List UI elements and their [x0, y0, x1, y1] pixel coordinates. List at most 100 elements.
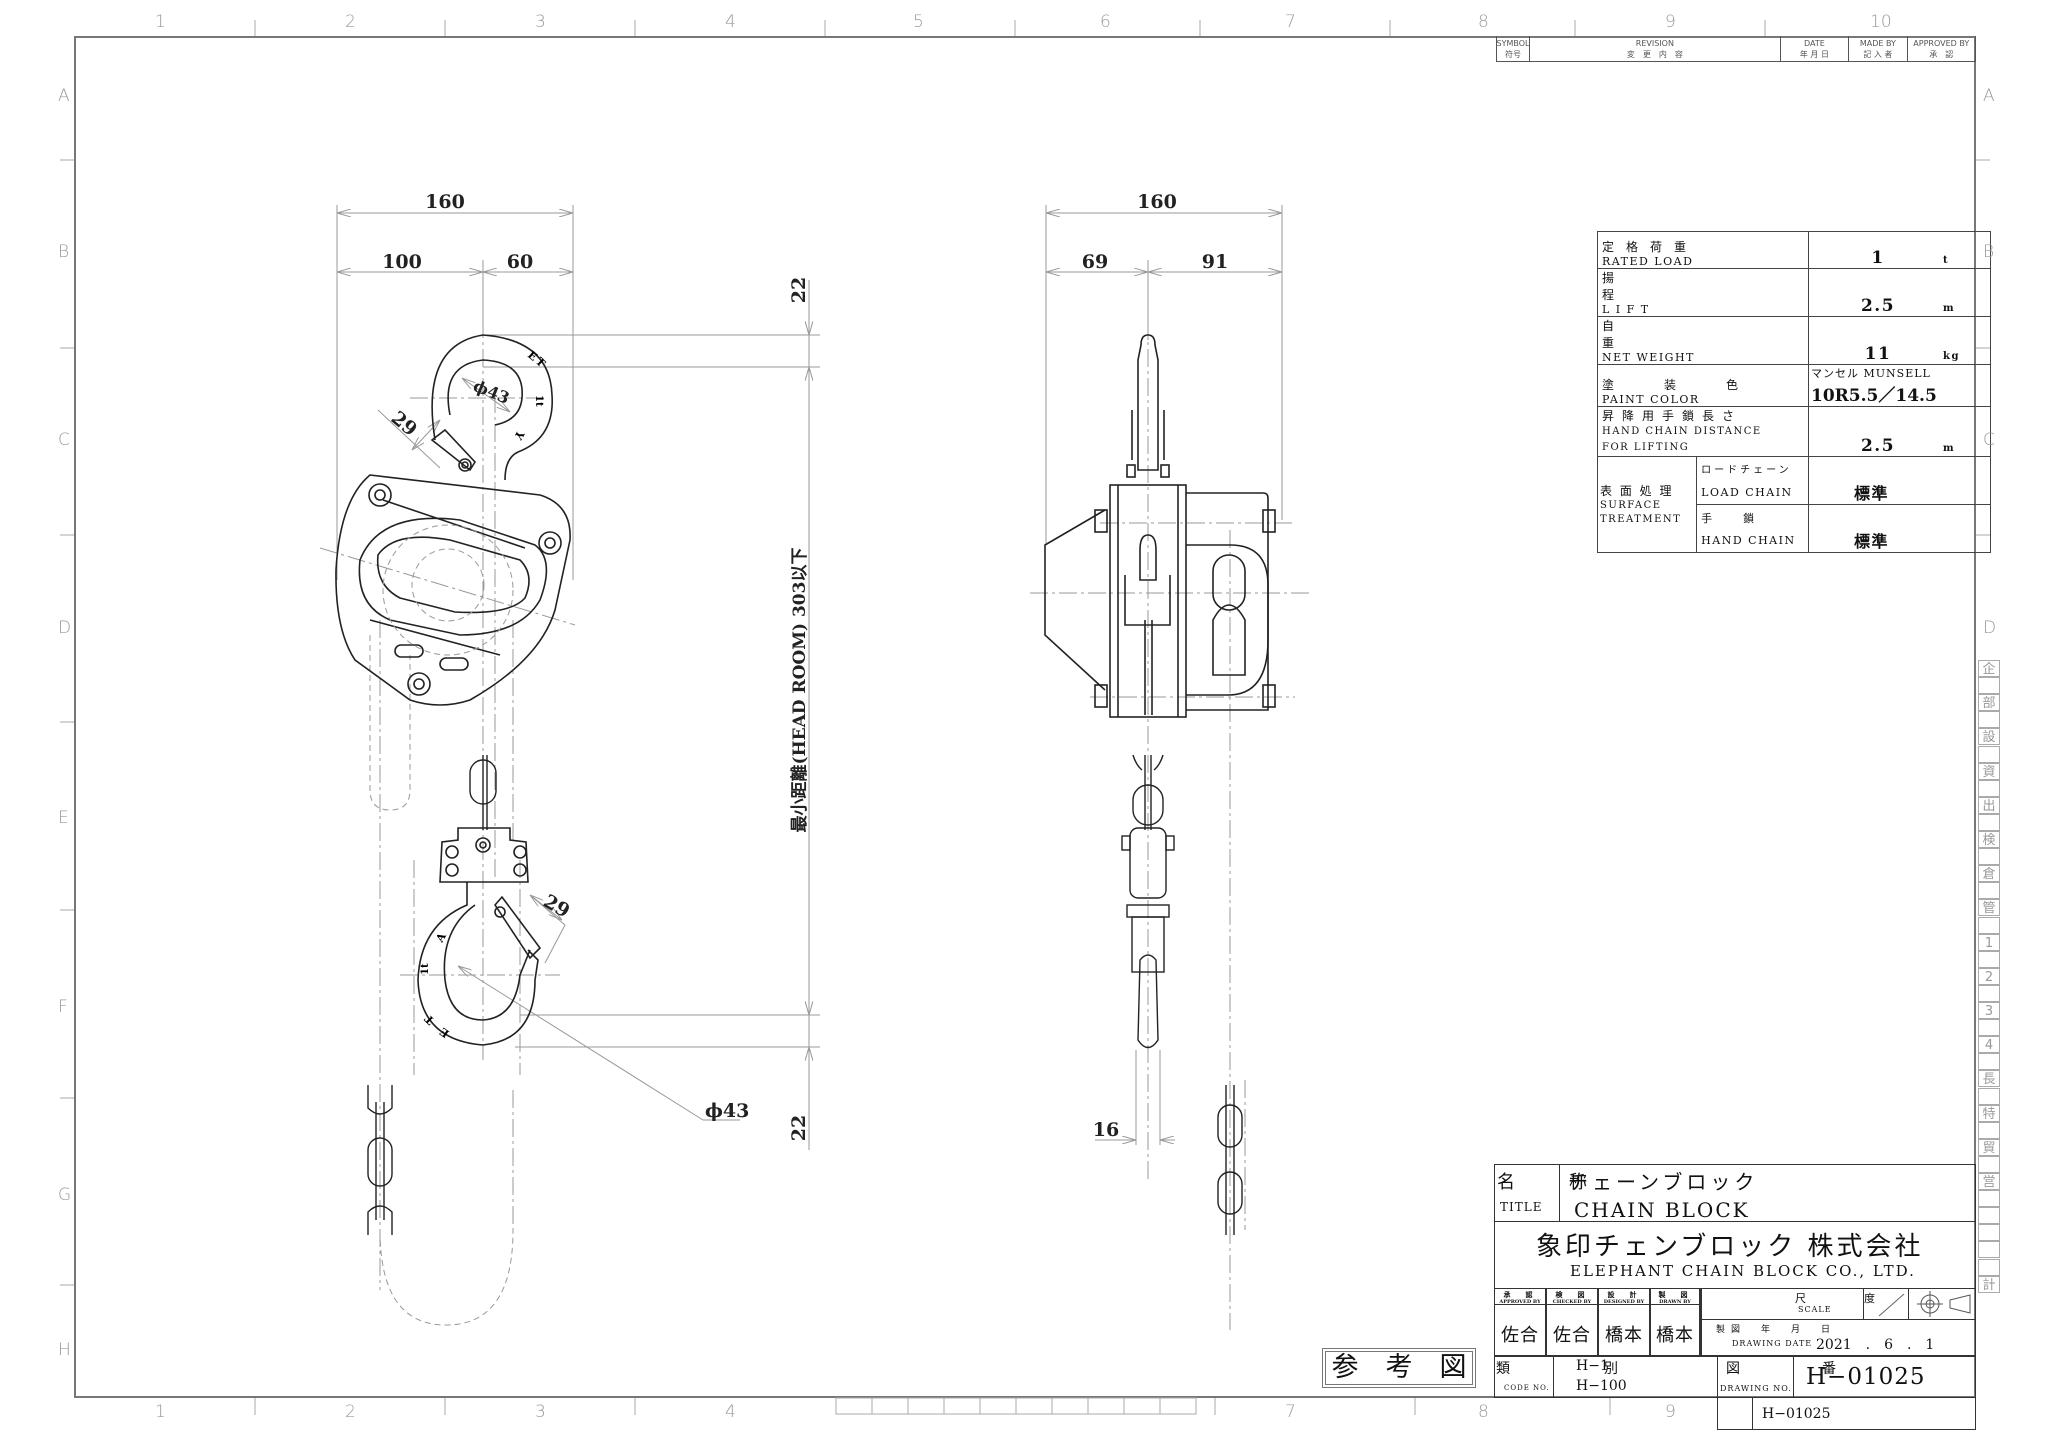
code-value-1: H−1	[1576, 1358, 1609, 1374]
side-strip-cell: 設	[1978, 728, 2000, 746]
drawing-no-small-box	[1717, 1398, 1976, 1430]
side-strip-cell: 出	[1978, 796, 2000, 814]
side-strip-cell: 資	[1978, 762, 2000, 780]
zone-row-right: A	[1983, 86, 1995, 106]
front-view: 160 100 60 29 ϕ43 29 ϕ43 E T 1t Y A 1t T…	[319, 191, 820, 1326]
side-strip-cell: 倉	[1978, 865, 2000, 883]
headroom-label: 最小距離(HEAD ROOM) 303以下	[789, 548, 810, 833]
zone-row-left: F	[58, 997, 68, 1017]
hook-top-mark-y: Y	[511, 428, 527, 442]
side-strip-cell: 管	[1978, 899, 2000, 917]
date-label-en: DRAWING DATE	[1732, 1339, 1813, 1348]
spec-label-en: HAND CHAIN DISTANCE	[1602, 426, 1762, 437]
signoff-name: 佐合	[1553, 1325, 1591, 1346]
hand-chain-jp: 手 鎖	[1701, 512, 1758, 525]
signoff-cell: 製 図 DRAWN BY 橋本	[1650, 1288, 1700, 1356]
side-strip-cell: 特	[1978, 1104, 2000, 1122]
spec-unit: m	[1943, 443, 1956, 454]
spec-value: 11	[1864, 344, 1892, 364]
spec-value-label: マンセル MUNSELL	[1811, 367, 1931, 380]
load-chain-jp: ロードチェーン	[1701, 465, 1792, 476]
side-strip-cell	[1978, 916, 2000, 934]
dim-front-left: 100	[382, 251, 422, 273]
side-strip-cell: 3	[1978, 1002, 2000, 1020]
zone-col-top: 4	[725, 12, 736, 32]
side-dimension-lines	[1045, 205, 1283, 1145]
company-en: ELEPHANT CHAIN BLOCK CO., LTD.	[1570, 1262, 1916, 1280]
dim-front-right: 60	[507, 251, 533, 273]
side-strip-cell: 企	[1978, 660, 2000, 678]
zone-col-bottom: 9	[1665, 1402, 1676, 1422]
zone-col-top: 3	[535, 12, 546, 32]
side-view: 160 69 91 16	[1030, 191, 1310, 1330]
zone-row-left: D	[58, 618, 72, 638]
zone-row-right: B	[1983, 242, 1995, 262]
side-strip-cell	[1978, 1019, 2000, 1037]
main-body	[335, 474, 571, 706]
side-strip-cell	[1978, 711, 2000, 729]
dim-latch-top: 29	[387, 407, 421, 441]
signoff-header-divider	[1546, 1304, 1598, 1305]
signoff-cell: 承 認 APPROVED BY 佐合	[1494, 1288, 1546, 1356]
side-strip-cell: 4	[1978, 1036, 2000, 1054]
zone-col-bottom: 2	[345, 1402, 356, 1422]
zone-row-left: C	[58, 430, 70, 450]
name-label-en: TITLE	[1500, 1200, 1543, 1214]
side-strip-cell	[1978, 677, 2000, 695]
zone-col-bottom: 7	[1285, 1402, 1296, 1422]
side-strip-cell	[1978, 950, 2000, 968]
zone-row-left: A	[58, 86, 70, 106]
side-strip-cell	[1978, 1241, 2000, 1259]
dim-hook-top-dia: ϕ43	[471, 376, 513, 408]
hand-chain-upper	[369, 635, 411, 811]
side-strip-cell	[1978, 1053, 2000, 1071]
side-strip-cell: 計	[1978, 1275, 2000, 1293]
side-strip-cell: 2	[1978, 967, 2000, 985]
zone-col-top: 9	[1665, 12, 1676, 32]
spec-unit: m	[1943, 303, 1956, 314]
side-strip-cell	[1978, 745, 2000, 763]
spec-row-lift: 揚程 L I F T 2.5 m	[1596, 268, 1992, 317]
spec-unit: t	[1943, 255, 1950, 266]
drawing-no-label-en: DRAWING NO.	[1720, 1384, 1792, 1393]
side-strip-cell: 部	[1978, 694, 2000, 712]
load-chain	[469, 755, 497, 830]
spec-label-jp: 揚程	[1602, 271, 1805, 302]
zone-col-bottom: 4	[725, 1402, 736, 1422]
spec-row-paint-color: 塗装色 PAINT COLOR マンセル MUNSELL 10R5.5／14.5	[1596, 364, 1992, 407]
dim-hook-bottom-dia: ϕ43	[705, 1100, 749, 1122]
body-internal-circles	[382, 524, 514, 656]
dim-latch-bottom: 29	[540, 890, 574, 922]
side-strip-cell	[1978, 1121, 2000, 1139]
load-chain-en: LOAD CHAIN	[1701, 486, 1793, 499]
drawing-number: H−01025	[1806, 1364, 1926, 1390]
spec-label-en: NET WEIGHT	[1602, 351, 1695, 364]
dim-side-right: 91	[1202, 251, 1228, 273]
side-strip-cell	[1978, 984, 2000, 1002]
zone-row-right: C	[1983, 430, 1995, 450]
side-strip-cell: 営	[1978, 1173, 2000, 1191]
spec-value: 2.5	[1860, 296, 1896, 316]
spec-label-en: PAINT COLOR	[1602, 393, 1700, 406]
side-strip-cell	[1978, 1087, 2000, 1105]
hand-chain-en: HAND CHAIN	[1701, 534, 1796, 547]
spec-row-load-chain: 表 面 処 理 SURFACE TREATMENT ロードチェーン LOAD CHA…	[1596, 456, 1992, 553]
side-strip-cell	[1978, 848, 2000, 866]
zone-col-top: 5	[913, 12, 924, 32]
side-strip-cell	[1978, 1190, 2000, 1208]
drawing-no-small-divider	[1752, 1398, 1753, 1430]
hand-chain-value: 標準	[1854, 532, 1890, 551]
code-value-2: H−100	[1576, 1378, 1627, 1394]
spec-label-jp: 定格荷重	[1602, 240, 1699, 254]
code-label-jp: 類 別	[1496, 1361, 1640, 1377]
drawing-date: 2021 . 6 . 1	[1816, 1337, 1935, 1353]
title-en: CHAIN BLOCK	[1574, 1198, 1750, 1222]
spec-label-jp: 昇降用手鎖長さ	[1602, 409, 1743, 423]
hook-bottom-mark-e: E	[437, 1025, 451, 1040]
front-dimension-lines	[336, 205, 820, 1121]
zone-col-top: 2	[345, 12, 356, 32]
front-center-lines	[319, 320, 576, 1290]
spec-value: 10R5.5／14.5	[1811, 386, 1937, 406]
spec-row-rated-load: 定格荷重 RATED LOAD 1 t	[1596, 231, 1992, 269]
signoff-name: 佐合	[1501, 1325, 1539, 1346]
